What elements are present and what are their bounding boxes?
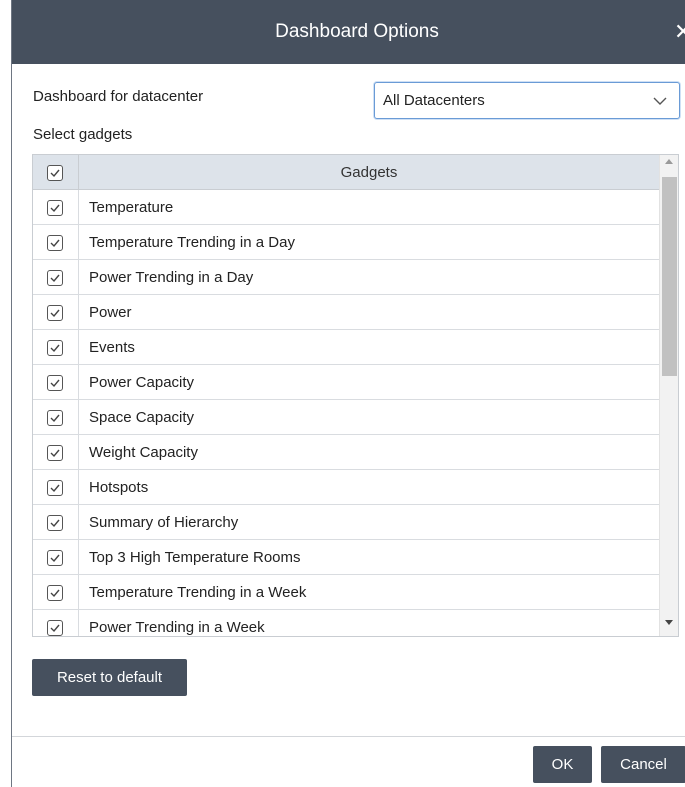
gadget-row[interactable]: Hotspots (33, 470, 659, 505)
gadget-row[interactable]: Top 3 High Temperature Rooms (33, 540, 659, 575)
gadget-row[interactable]: Temperature (33, 190, 659, 225)
gadgets-column-header: Gadgets (340, 164, 398, 181)
gadget-label: Weight Capacity (89, 444, 198, 461)
gadget-checkbox-cell (33, 610, 79, 636)
header-checkbox-cell (33, 155, 79, 190)
close-icon[interactable]: ✕ (674, 0, 685, 64)
gadgets-grid: Gadgets Temperature Temperature Trending … (32, 154, 679, 637)
gadget-checkbox-cell (33, 470, 79, 505)
dialog-title: Dashboard Options (275, 21, 439, 42)
dialog-titlebar: Dashboard Options ✕ (12, 0, 685, 64)
scroll-up-arrow-icon[interactable] (665, 159, 673, 164)
gadget-row[interactable]: Space Capacity (33, 400, 659, 435)
gadget-checkbox-cell (33, 260, 79, 295)
gadget-row[interactable]: Temperature Trending in a Day (33, 225, 659, 260)
check-icon (50, 274, 60, 283)
cancel-button[interactable]: Cancel (601, 746, 685, 783)
gadget-checkbox[interactable] (47, 200, 63, 216)
gadget-checkbox-cell (33, 540, 79, 575)
gadget-checkbox-cell (33, 365, 79, 400)
gadget-checkbox[interactable] (47, 480, 63, 496)
gadget-checkbox[interactable] (47, 550, 63, 566)
gadget-checkbox[interactable] (47, 305, 63, 321)
gadget-checkbox-cell (33, 295, 79, 330)
check-icon (50, 554, 60, 563)
gadget-label: Power Capacity (89, 374, 195, 391)
gadget-label: Power Trending in a Week (89, 619, 265, 636)
check-icon (50, 449, 60, 458)
gadget-checkbox[interactable] (47, 375, 63, 391)
dashboard-options-dialog: Dashboard Options ✕ Dashboard for datace… (11, 0, 685, 787)
check-icon (50, 169, 60, 178)
scroll-down-arrow-icon[interactable] (665, 620, 673, 625)
gadget-row[interactable]: Temperature Trending in a Week (33, 575, 659, 610)
ok-button[interactable]: OK (533, 746, 592, 783)
gadget-label: Events (89, 339, 135, 356)
gadget-row[interactable]: Power Trending in a Week (33, 610, 659, 636)
check-icon (50, 379, 60, 388)
gadget-label: Power (89, 304, 132, 321)
check-icon (50, 519, 60, 528)
gadget-label: Temperature Trending in a Week (89, 584, 307, 601)
gadget-checkbox[interactable] (47, 585, 63, 601)
check-icon (50, 414, 60, 423)
gadget-checkbox[interactable] (47, 410, 63, 426)
check-icon (50, 624, 60, 633)
gadget-row[interactable]: Power Capacity (33, 365, 659, 400)
reset-to-default-button[interactable]: Reset to default (32, 659, 187, 696)
select-gadgets-label: Select gadgets (33, 126, 133, 143)
gadget-checkbox[interactable] (47, 340, 63, 356)
gadget-checkbox-cell (33, 330, 79, 365)
gadget-checkbox-cell (33, 435, 79, 470)
gadget-label: Space Capacity (89, 409, 195, 426)
gadgets-grid-header: Gadgets (33, 155, 659, 190)
gadget-checkbox[interactable] (47, 235, 63, 251)
check-icon (50, 589, 60, 598)
footer-divider (12, 736, 685, 737)
check-icon (50, 344, 60, 353)
datacenter-select[interactable]: All Datacenters (374, 82, 680, 119)
datacenter-label: Dashboard for datacenter (33, 88, 204, 105)
gadget-label: Summary of Hierarchy (89, 514, 239, 531)
gadget-label: Top 3 High Temperature Rooms (89, 549, 301, 566)
gadget-row[interactable]: Events (33, 330, 659, 365)
gadget-checkbox-cell (33, 505, 79, 540)
gadget-checkbox-cell (33, 225, 79, 260)
check-icon (50, 239, 60, 248)
check-icon (50, 309, 60, 318)
gadget-checkbox-cell (33, 190, 79, 225)
gadget-checkbox[interactable] (47, 620, 63, 636)
gadget-row[interactable]: Power Trending in a Day (33, 260, 659, 295)
gadget-checkbox[interactable] (47, 445, 63, 461)
gadget-label: Temperature (89, 199, 174, 216)
gadget-row[interactable]: Power (33, 295, 659, 330)
gadgets-scrollbar[interactable] (659, 155, 678, 636)
gadget-checkbox-cell (33, 575, 79, 610)
scrollbar-thumb[interactable] (662, 177, 677, 376)
gadget-label: Temperature Trending in a Day (89, 234, 295, 251)
gadget-row[interactable]: Weight Capacity (33, 435, 659, 470)
gadget-checkbox[interactable] (47, 270, 63, 286)
gadget-label: Hotspots (89, 479, 149, 496)
gadget-label: Power Trending in a Day (89, 269, 254, 286)
select-all-checkbox[interactable] (47, 165, 63, 181)
gadget-checkbox-cell (33, 400, 79, 435)
gadget-row[interactable]: Summary of Hierarchy (33, 505, 659, 540)
check-icon (50, 204, 60, 213)
chevron-down-icon (653, 97, 667, 105)
datacenter-select-value: All Datacenters (383, 92, 485, 109)
check-icon (50, 484, 60, 493)
gadget-checkbox[interactable] (47, 515, 63, 531)
